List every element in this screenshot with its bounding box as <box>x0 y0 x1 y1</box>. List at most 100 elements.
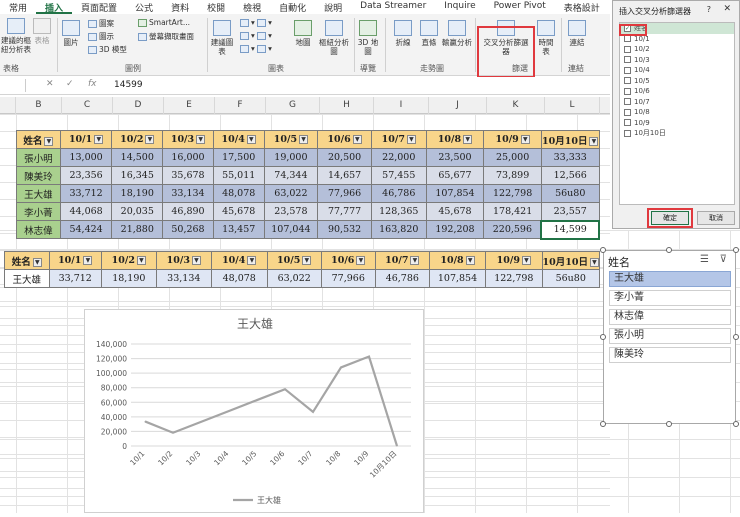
value-cell[interactable]: 23,500 <box>425 148 485 167</box>
field-checkbox-item[interactable]: 10/4 <box>620 65 734 76</box>
name-slicer[interactable]: 姓名 ☰ ⊽ 王大雄 李小菁 林志偉 張小明 陳美玲 <box>603 250 736 424</box>
maps-button[interactable]: 地圖 <box>292 20 314 47</box>
multi-select-icon[interactable]: ☰ <box>700 254 709 265</box>
value-cell[interactable]: 18,190 <box>100 269 157 288</box>
filter-dropdown-icon[interactable]: ▼ <box>410 256 420 265</box>
ribbon-tab[interactable]: 說明 <box>315 0 351 14</box>
value-cell[interactable]: 14,657 <box>317 166 372 185</box>
table-header-cell[interactable]: 10/5 ▼ <box>266 251 322 270</box>
table-header-cell[interactable]: 10/9 ▼ <box>485 251 543 270</box>
value-cell[interactable]: 45,678 <box>212 202 265 221</box>
resize-handle[interactable] <box>733 421 739 427</box>
recommended-charts-button[interactable]: 建議圖表 <box>210 20 234 56</box>
value-cell[interactable]: 23,578 <box>263 202 319 221</box>
pie-chart-dropdown[interactable]: ▾ ▾ <box>240 44 272 53</box>
value-cell[interactable]: 45,678 <box>425 202 485 221</box>
line-chart-dropdown[interactable]: ▾ ▾ <box>240 31 272 40</box>
table-header-cell[interactable]: 10/1 ▼ <box>59 130 113 149</box>
name-cell[interactable]: 陳美玲 <box>16 166 61 185</box>
value-cell[interactable]: 55,011 <box>212 166 265 185</box>
value-cell[interactable]: 192,208 <box>425 220 485 239</box>
filter-active-icon[interactable]: ▼ <box>32 257 42 267</box>
ribbon-tab[interactable]: 表格設計 <box>555 0 609 14</box>
resize-handle[interactable] <box>666 247 672 253</box>
ribbon-tab[interactable]: 檢視 <box>234 0 270 14</box>
value-cell[interactable]: 18,190 <box>111 184 164 203</box>
confirm-icon[interactable]: ✓ <box>66 79 74 89</box>
value-cell[interactable]: 107,044 <box>263 220 319 239</box>
value-cell[interactable]: 74,344 <box>263 166 319 185</box>
value-cell[interactable]: 220,596 <box>483 220 542 239</box>
filter-dropdown-icon[interactable]: ▼ <box>521 256 531 265</box>
column-header-L[interactable]: L <box>545 97 600 114</box>
column-header-J[interactable]: J <box>429 97 487 114</box>
icons-button[interactable]: 圖示 <box>88 31 114 42</box>
value-cell[interactable]: 14,500 <box>111 148 164 167</box>
value-cell[interactable]: 13,000 <box>59 148 113 167</box>
ribbon-tab[interactable]: 校閱 <box>198 0 234 14</box>
row-header-corner[interactable] <box>0 97 16 114</box>
value-cell[interactable]: 65,677 <box>425 166 485 185</box>
filter-dropdown-icon[interactable]: ▼ <box>352 135 362 144</box>
value-cell[interactable]: 163,820 <box>370 220 427 239</box>
value-cell[interactable]: 21,880 <box>111 220 164 239</box>
field-checkbox-item[interactable]: 10/3 <box>620 55 734 66</box>
name-cell[interactable]: 王大雄 <box>4 269 50 288</box>
value-cell[interactable]: 33,712 <box>59 184 113 203</box>
resize-handle[interactable] <box>600 247 606 253</box>
table-header-cell[interactable]: 10月10日 ▼ <box>541 251 600 270</box>
close-icon[interactable]: ✕ <box>723 4 731 14</box>
table-header-cell[interactable]: 10/3 ▼ <box>162 130 214 149</box>
value-cell[interactable]: 56u80 <box>540 184 600 203</box>
table-header-cell[interactable]: 10/8 ▼ <box>425 130 485 149</box>
ribbon-tab[interactable]: 資料 <box>162 0 198 14</box>
value-cell[interactable]: 122,798 <box>485 269 543 288</box>
checkbox-icon[interactable] <box>624 129 631 137</box>
ribbon-tab[interactable]: 自動化 <box>270 0 315 14</box>
value-cell[interactable]: 13,457 <box>212 220 265 239</box>
checkbox-icon[interactable] <box>624 119 631 126</box>
checkbox-icon[interactable] <box>624 45 631 53</box>
field-checkbox-item[interactable]: 10/2 <box>620 44 734 55</box>
ribbon-tab[interactable]: Data Streamer <box>351 0 435 14</box>
value-cell[interactable]: 63,022 <box>263 184 319 203</box>
value-cell[interactable]: 33,134 <box>162 184 214 203</box>
value-cell[interactable]: 23,356 <box>59 166 113 185</box>
value-cell[interactable]: 33,134 <box>155 269 212 288</box>
3d-models-button[interactable]: 3D 模型 <box>88 44 127 55</box>
value-cell[interactable]: 46,786 <box>370 184 427 203</box>
filter-dropdown-icon[interactable]: ▼ <box>196 135 206 144</box>
column-header-D[interactable]: D <box>113 97 164 114</box>
table-header-cell[interactable]: 10/2 ▼ <box>111 130 164 149</box>
value-cell[interactable]: 33,333 <box>540 148 600 167</box>
value-cell[interactable]: 35,678 <box>162 166 214 185</box>
column-header-G[interactable]: G <box>266 97 320 114</box>
value-cell[interactable]: 122,798 <box>483 184 542 203</box>
table-header-cell[interactable]: 10/1 ▼ <box>48 251 102 270</box>
3d-map-button[interactable]: 3D 地圖 <box>357 20 379 56</box>
table-button[interactable]: 表格 <box>32 18 52 45</box>
value-cell[interactable]: 44,068 <box>59 202 113 221</box>
value-cell[interactable]: 48,078 <box>210 269 268 288</box>
column-header-F[interactable]: F <box>215 97 266 114</box>
recommended-pivot-button[interactable]: 建議的樞紐分析表 <box>1 18 31 54</box>
ribbon-tab[interactable]: Power Pivot <box>485 0 555 14</box>
column-header-E[interactable]: E <box>164 97 215 114</box>
value-cell[interactable]: 56u80 <box>541 269 600 288</box>
value-cell[interactable]: 128,365 <box>370 202 427 221</box>
value-cell[interactable]: 77,966 <box>317 184 372 203</box>
link-button[interactable]: 連結 <box>566 20 588 47</box>
ribbon-tab[interactable]: Inquire <box>435 0 484 14</box>
table-header-cell[interactable]: 10/6 ▼ <box>317 130 372 149</box>
value-cell[interactable]: 12,566 <box>540 166 600 185</box>
filter-dropdown-icon[interactable]: ▼ <box>406 135 416 144</box>
help-icon[interactable]: ? <box>707 5 711 14</box>
field-checkbox-item[interactable]: 10/5 <box>620 76 734 87</box>
name-box[interactable] <box>0 79 26 92</box>
name-cell[interactable]: 王大雄 <box>16 184 61 203</box>
field-checkbox-item[interactable]: 10/9 <box>620 118 734 129</box>
checkbox-icon[interactable] <box>624 35 631 42</box>
value-cell[interactable]: 20,035 <box>111 202 164 221</box>
table-header-cell[interactable]: 10/7 ▼ <box>374 251 430 270</box>
filter-dropdown-icon[interactable]: ▼ <box>299 135 309 144</box>
